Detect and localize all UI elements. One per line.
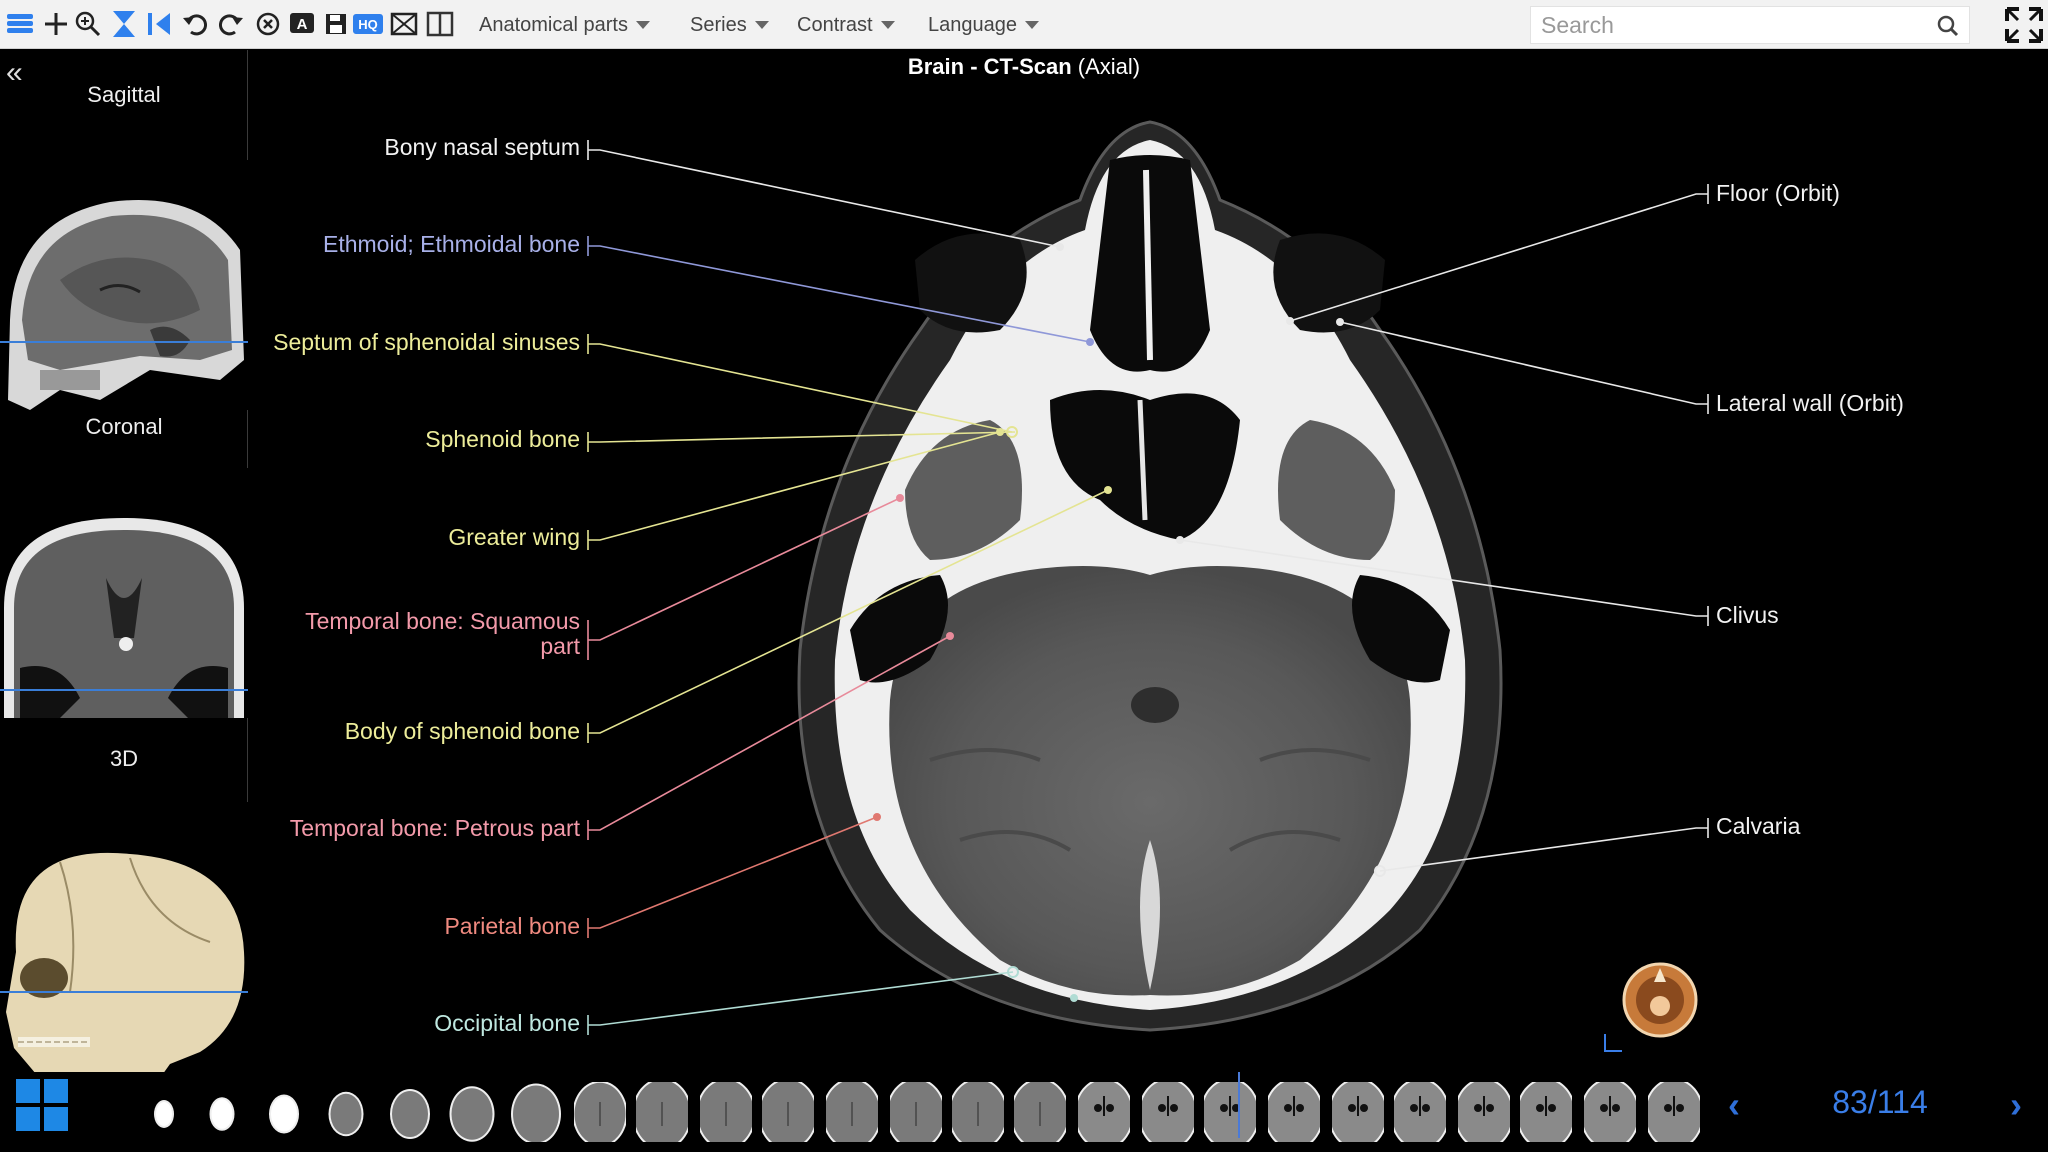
- grid-view-icon[interactable]: [16, 1079, 68, 1131]
- slice-thumbnail[interactable]: [632, 1078, 692, 1150]
- label-ethmoid[interactable]: Ethmoid; Ethmoidal bone: [323, 231, 580, 258]
- label-temporal-petrous[interactable]: Temporal bone: Petrous part: [290, 815, 580, 842]
- label-greater-wing[interactable]: Greater wing: [448, 524, 580, 551]
- slice-thumbnail[interactable]: [1138, 1078, 1198, 1150]
- slice-thumbnail[interactable]: [320, 1082, 372, 1142]
- slice-thumbnail[interactable]: [1454, 1078, 1514, 1150]
- label-clivus[interactable]: Clivus: [1716, 602, 1779, 629]
- axis-indicator-icon: [1604, 1034, 1622, 1052]
- label-septum-sphenoidal-sinuses[interactable]: Septum of sphenoidal sinuses: [273, 329, 580, 356]
- slice-thumbnail[interactable]: [696, 1078, 756, 1150]
- slice-thumbnail[interactable]: [1516, 1078, 1576, 1150]
- slice-thumbnail[interactable]: [1074, 1078, 1134, 1150]
- label-temporal-squamous[interactable]: Temporal bone: Squamous part: [305, 609, 580, 659]
- slice-thumbnail[interactable]: [1390, 1078, 1450, 1150]
- slice-thumbnail[interactable]: [384, 1082, 436, 1142]
- ct-scan-viewer[interactable]: [0, 0, 2048, 1152]
- label-calvaria[interactable]: Calvaria: [1716, 813, 1800, 840]
- slice-thumbnail[interactable]: [948, 1078, 1008, 1150]
- orientation-head-icon[interactable]: [1620, 960, 1700, 1040]
- slice-thumbnail[interactable]: [1328, 1078, 1388, 1150]
- slice-thumbnail[interactable]: [138, 1082, 190, 1142]
- label-bony-nasal-septum[interactable]: Bony nasal septum: [384, 134, 580, 161]
- slice-thumbnail[interactable]: [510, 1082, 562, 1145]
- slice-thumbnail[interactable]: [758, 1078, 818, 1150]
- slice-counter: 83/114: [1832, 1084, 1928, 1120]
- slice-thumbnail[interactable]: [1264, 1078, 1324, 1150]
- slice-thumbnail[interactable]: [1200, 1078, 1260, 1150]
- fourth-ventricle: [1131, 687, 1179, 723]
- slice-thumbnail[interactable]: [1644, 1078, 1704, 1150]
- slice-thumbnail[interactable]: [572, 1080, 628, 1148]
- label-body-of-sphenoid[interactable]: Body of sphenoid bone: [345, 718, 580, 745]
- app-window: A HQ Anatomical parts Series Contrast La…: [0, 0, 2048, 1152]
- label-temporal-squamous-line1: Temporal bone: Squamous: [305, 608, 580, 634]
- slice-thumbnail[interactable]: [822, 1078, 882, 1150]
- slice-strip: ‹ 83/114 ›: [0, 1072, 2048, 1152]
- slice-thumbnail[interactable]: [258, 1082, 310, 1142]
- label-sphenoid-bone[interactable]: Sphenoid bone: [425, 426, 580, 453]
- next-slice-button[interactable]: ›: [2010, 1084, 2022, 1126]
- label-floor-orbit[interactable]: Floor (Orbit): [1716, 180, 1840, 207]
- label-temporal-squamous-line2: part: [540, 633, 580, 659]
- slice-thumbnail[interactable]: [196, 1082, 248, 1142]
- label-lateral-wall-orbit[interactable]: Lateral wall (Orbit): [1716, 390, 1904, 417]
- label-occipital-bone[interactable]: Occipital bone: [434, 1010, 580, 1037]
- current-slice-marker: [1238, 1072, 1240, 1138]
- left-orbit: [915, 233, 1027, 333]
- nasal-septum: [1143, 169, 1153, 361]
- slice-thumbnail[interactable]: [1010, 1078, 1070, 1150]
- label-parietal-bone[interactable]: Parietal bone: [444, 913, 580, 940]
- slice-thumbnail[interactable]: [886, 1078, 946, 1150]
- slice-thumbnail[interactable]: [1580, 1078, 1640, 1150]
- prev-slice-button[interactable]: ‹: [1728, 1084, 1740, 1126]
- slice-thumbnail[interactable]: [446, 1082, 498, 1142]
